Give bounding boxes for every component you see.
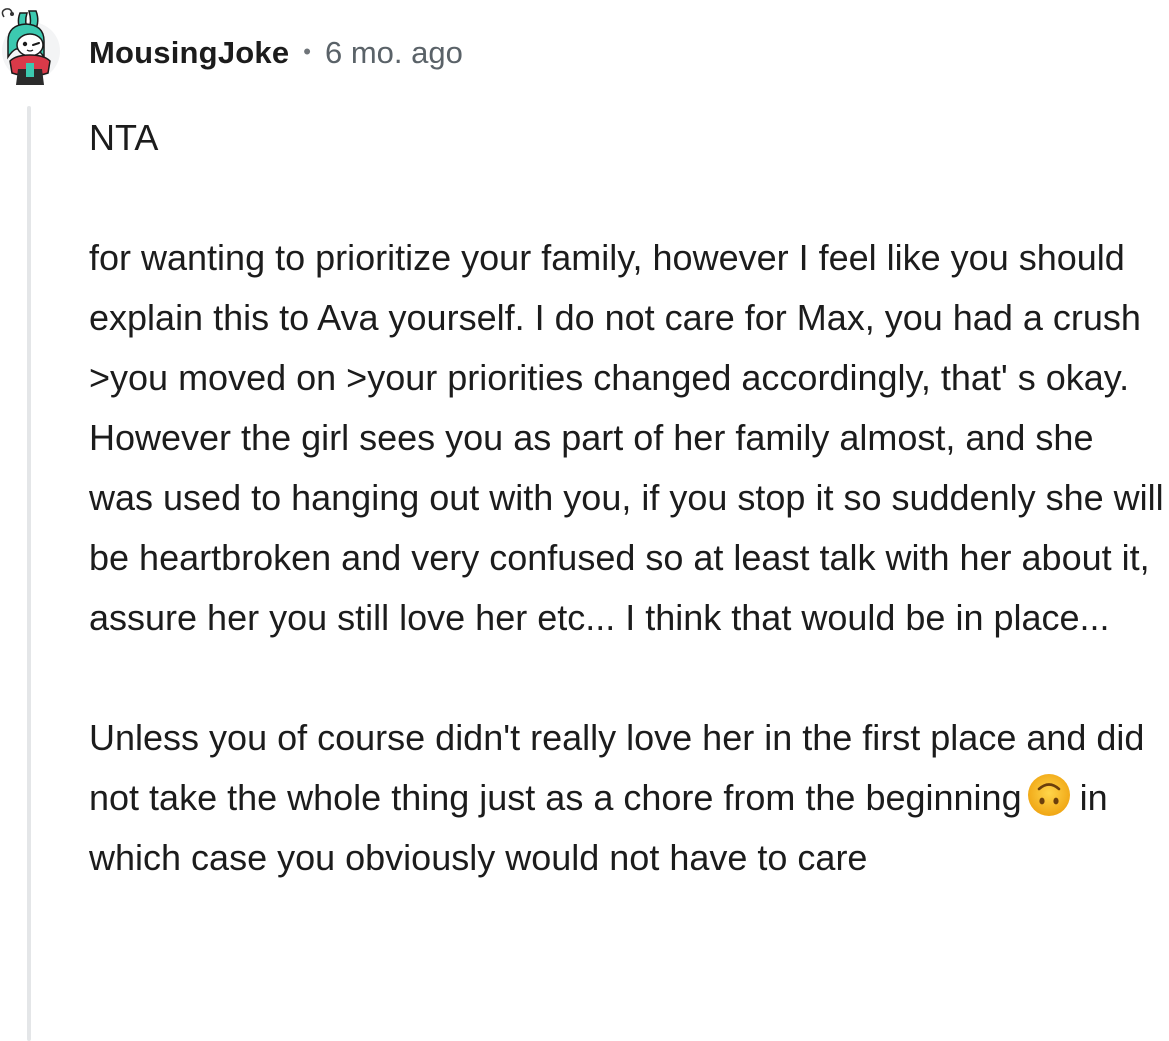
upside-down-face-icon xyxy=(1026,772,1072,818)
user-avatar-icon[interactable] xyxy=(0,5,62,87)
thread-line[interactable] xyxy=(27,106,31,1041)
meta-separator: • xyxy=(303,39,311,64)
comment-paragraph: NTA xyxy=(89,117,159,158)
comment-timestamp[interactable]: 6 mo. ago xyxy=(325,35,463,71)
comment-paragraph: for wanting to prioritize your family, h… xyxy=(89,237,1164,638)
author-username[interactable]: MousingJoke xyxy=(89,35,289,71)
comment-text: Unless you of course didn't really love … xyxy=(89,717,1145,818)
comment-meta: MousingJoke • 6 mo. ago xyxy=(89,30,463,76)
comment: MousingJoke • 6 mo. ago NTA for wanting … xyxy=(0,0,1169,1041)
comment-paragraph: Unless you of course didn't really love … xyxy=(89,708,1164,888)
comment-body: NTA for wanting to prioritize your famil… xyxy=(89,108,1164,888)
